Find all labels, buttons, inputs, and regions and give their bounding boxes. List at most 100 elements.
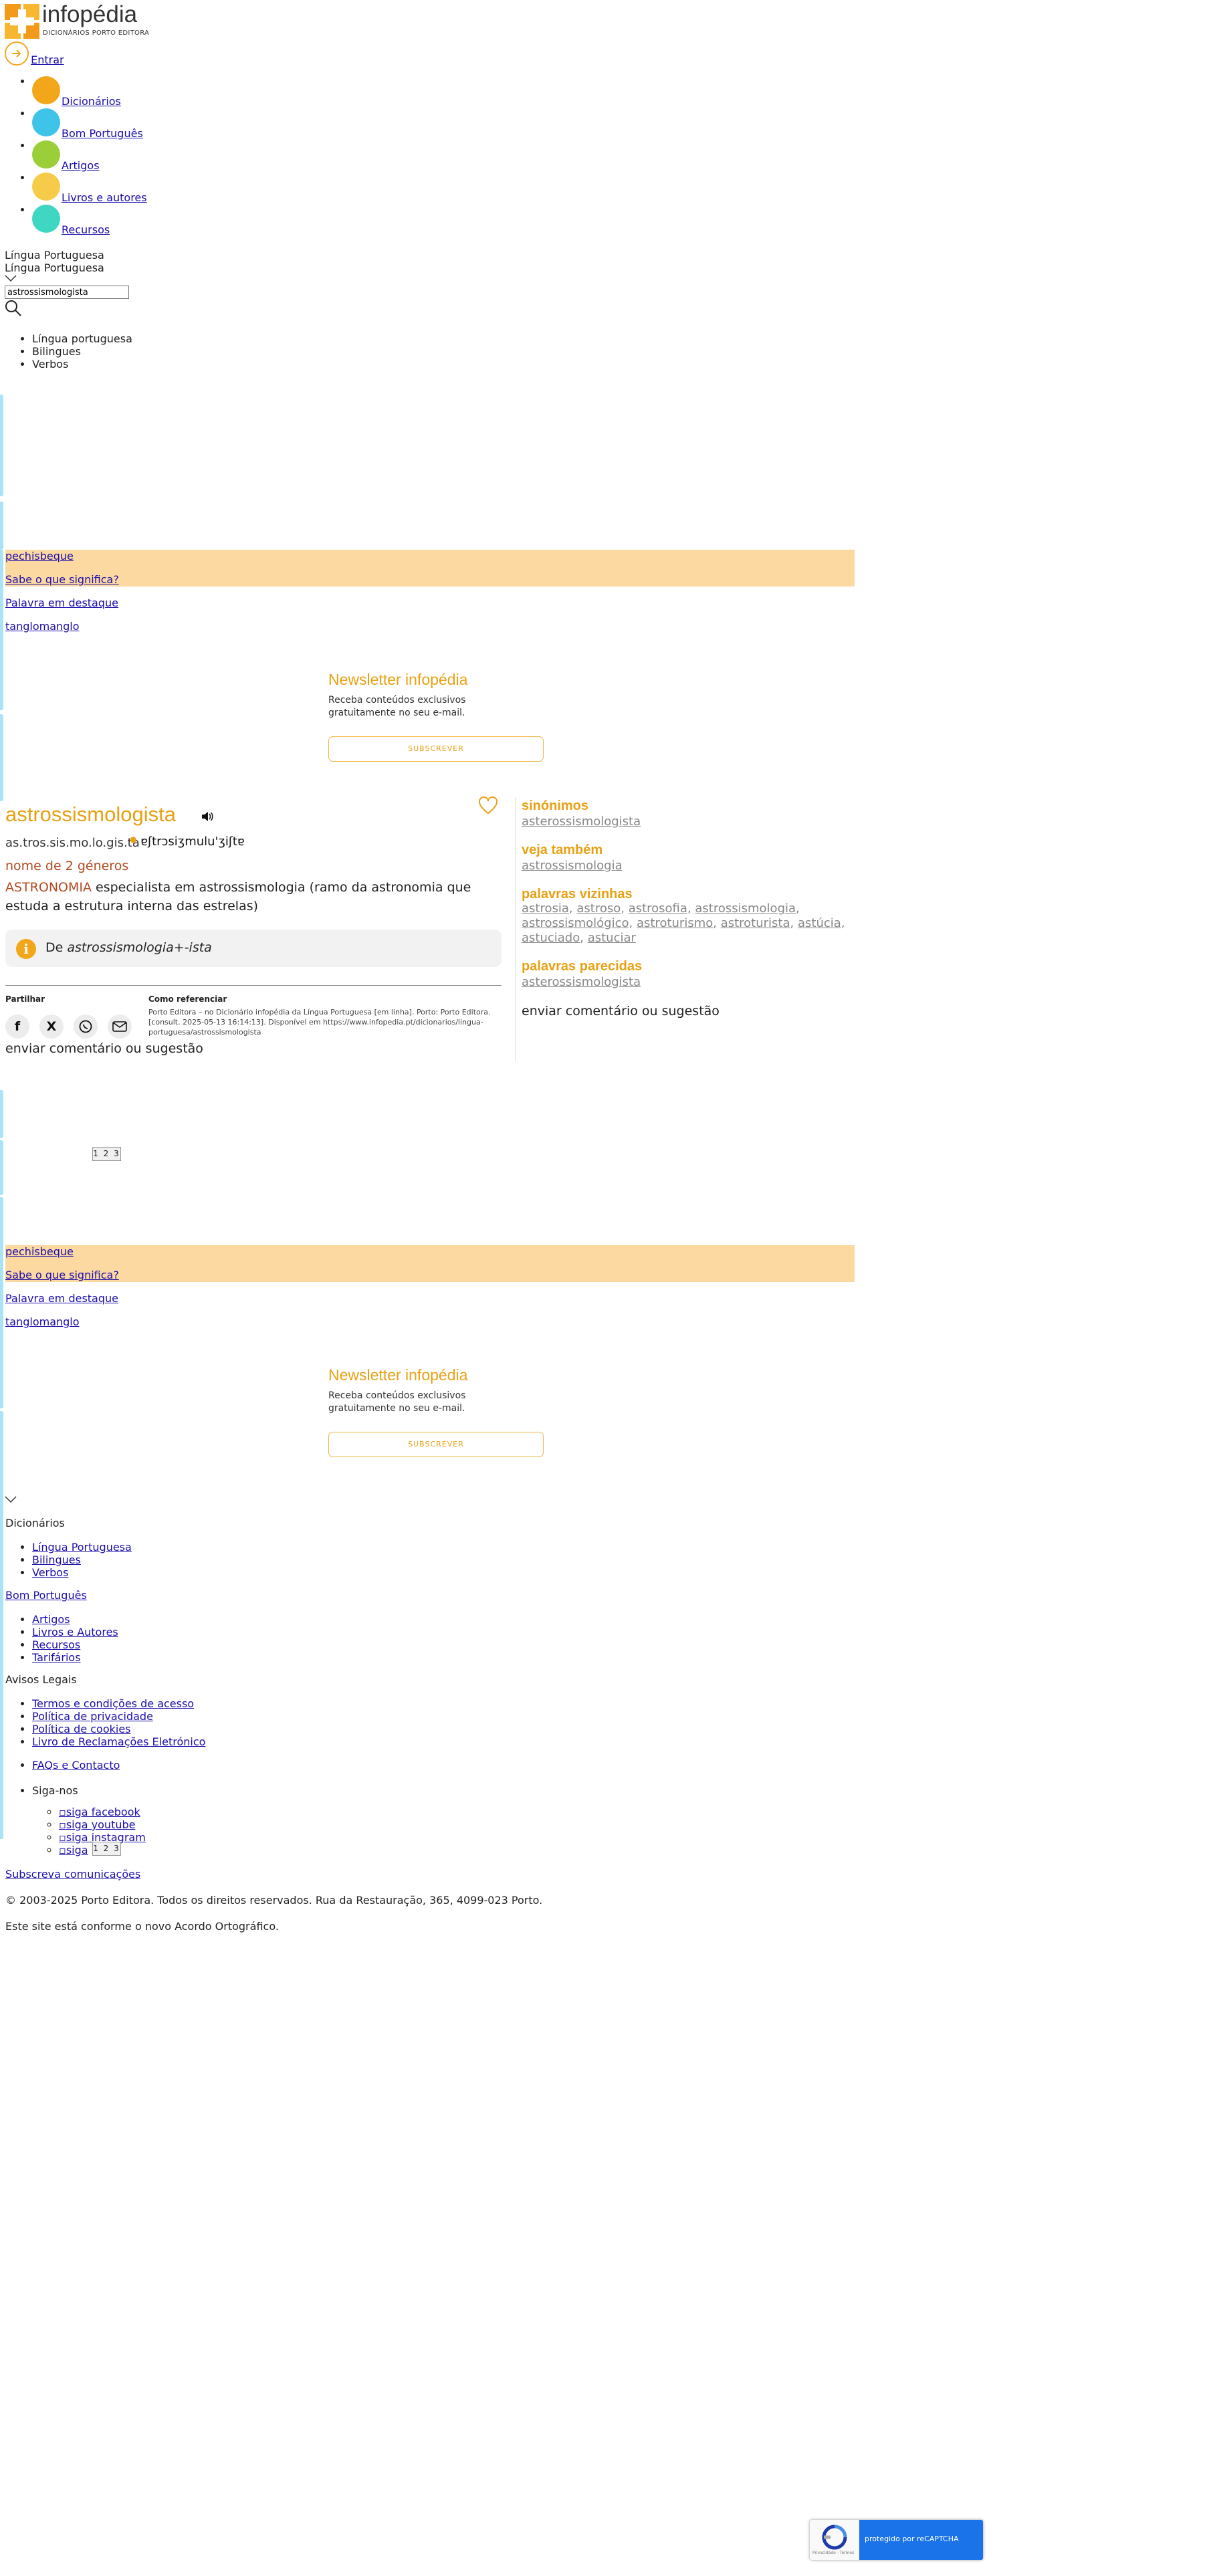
search-input[interactable] — [5, 286, 129, 299]
side-decoration — [0, 714, 3, 801]
footer-link[interactable]: Tarifários — [32, 1651, 81, 1664]
word-of-day: pechisbeque Sabe o que significa? Palavr… — [5, 1245, 855, 1332]
synonym-link[interactable]: asterossismologista — [522, 815, 876, 829]
neighbor-word[interactable]: astuciar — [588, 931, 636, 945]
side-decoration — [0, 1411, 3, 1839]
login-icon — [5, 41, 29, 66]
language-selector[interactable]: Língua Portuguesa Língua Portuguesa — [5, 249, 104, 274]
neighbors-list: astrosia, astroso, astrosofia, astrossis… — [522, 901, 845, 945]
social-link[interactable]: ▫siga — [59, 1844, 88, 1856]
see-also-word[interactable]: astrossismologia — [522, 859, 623, 873]
word-of-day-question[interactable]: Sabe o que significa? — [5, 1269, 119, 1281]
carousel-pager[interactable]: 1 2 3 — [92, 1842, 121, 1856]
carousel-pager[interactable]: 1 2 3 — [92, 1147, 121, 1161]
footer-faq-list: FAQs e Contacto — [5, 1759, 120, 1772]
etymology-prefix: De — [45, 940, 68, 955]
similar-words-title: palavras parecidas — [522, 959, 643, 974]
logo-text: infopédia — [42, 1, 138, 27]
neighbor-word[interactable]: astrosia — [522, 901, 569, 916]
facebook-link[interactable]: ▫siga facebook — [59, 1806, 140, 1818]
neighbor-word[interactable]: astrossismologia — [695, 901, 796, 916]
infopedia-logo[interactable]: infopédia DICIONÁRIOS PORTO EDITORA — [5, 1, 158, 39]
footer-link[interactable]: Política de cookies — [32, 1723, 131, 1735]
footer-link[interactable]: Artigos — [32, 1613, 70, 1626]
word-of-day-link[interactable]: pechisbeque — [5, 550, 74, 562]
footer-link[interactable]: Língua Portuguesa — [32, 1541, 132, 1553]
similar-word[interactable]: asterossismologista — [522, 975, 641, 989]
nav-item-dicionarios[interactable]: Dicionários — [32, 75, 206, 108]
recaptcha-badge[interactable]: Privacidade - Termos protegido por reCAP… — [810, 2520, 983, 2560]
login-label[interactable]: Entrar — [31, 53, 64, 66]
neighbor-word[interactable]: astúcia — [798, 916, 841, 930]
word-of-day-question[interactable]: Sabe o que significa? — [5, 573, 119, 586]
language-option[interactable]: Língua portuguesa — [32, 332, 132, 345]
feedback-link[interactable]: enviar comentário ou sugestão — [522, 1004, 720, 1018]
footer-link[interactable]: Bilingues — [32, 1553, 81, 1566]
nav-label[interactable]: Dicionários — [62, 95, 121, 108]
chevron-down-icon[interactable] — [5, 274, 17, 282]
neighbor-word[interactable]: astroturista — [721, 916, 790, 930]
word-of-day-band — [5, 1245, 855, 1282]
youtube-link[interactable]: ▫siga youtube — [59, 1818, 135, 1831]
feedback-link[interactable]: enviar comentário ou sugestão — [5, 1041, 203, 1056]
whatsapp-share-icon[interactable] — [74, 1014, 98, 1039]
footer-faq-link[interactable]: FAQs e Contacto — [32, 1759, 120, 1772]
recaptcha-small-text[interactable]: Privacidade - Termos — [812, 2551, 854, 2555]
subscribe-communications-link[interactable]: Subscreva comunicações — [5, 1868, 140, 1881]
login-link[interactable]: Entrar — [5, 41, 66, 66]
nav-item-artigos[interactable]: Artigos — [32, 139, 206, 172]
side-decoration — [0, 395, 3, 496]
language-option[interactable]: Verbos — [32, 358, 132, 370]
neighbor-word[interactable]: astroturismo — [637, 916, 713, 930]
articles-icon — [32, 140, 60, 169]
domain-label: ASTRONOMIA — [5, 880, 92, 895]
footer-dic-list: Língua Portuguesa Bilingues Verbos — [5, 1541, 132, 1579]
recaptcha-text: protegido por reCAPTCHA — [865, 2535, 959, 2543]
footer-link[interactable]: Política de privacidade — [32, 1710, 153, 1723]
word-of-day-link[interactable]: pechisbeque — [5, 1245, 74, 1258]
broken-image-icon: ▫ — [59, 1844, 66, 1856]
favorite-heart-icon[interactable] — [477, 796, 499, 815]
subscribe-button[interactable]: SUBSCREVER — [328, 1432, 544, 1457]
email-share-icon[interactable] — [108, 1014, 132, 1039]
featured-word-label[interactable]: Palavra em destaque — [5, 1292, 118, 1305]
speaker-icon[interactable] — [201, 811, 214, 823]
orthographic-agreement-note: Este site está conforme o novo Acordo Or… — [5, 1920, 279, 1933]
nav-label[interactable]: Livros e autores — [62, 191, 147, 204]
footer-link[interactable]: Recursos — [32, 1638, 80, 1651]
similar-word-link[interactable]: asterossismologista — [522, 975, 876, 990]
facebook-share-icon[interactable]: f — [5, 1014, 29, 1039]
nav-item-livros-autores[interactable]: Livros e autores — [32, 171, 206, 204]
search-icon[interactable] — [5, 300, 22, 317]
nav-label[interactable]: Bom Português — [62, 127, 143, 140]
info-icon: i — [16, 939, 36, 959]
side-decoration — [0, 502, 3, 550]
synonym-word[interactable]: asterossismologista — [522, 815, 641, 829]
featured-word-link[interactable]: tanglomanglo — [5, 1315, 80, 1328]
pronunciation-marker-icon: ● — [130, 835, 137, 844]
nav-item-bom-portugues[interactable]: Bom Português — [32, 107, 206, 140]
see-also-link[interactable]: astrossismologia — [522, 859, 876, 873]
footer: Dicionários Língua Portuguesa Bilingues … — [5, 1491, 875, 1959]
footer-link[interactable]: Livro de Reclamações Eletrónico — [32, 1735, 205, 1748]
neighbor-word[interactable]: astuciado — [522, 931, 580, 945]
nav-label[interactable]: Artigos — [62, 159, 100, 172]
language-selected[interactable]: Língua Portuguesa — [5, 261, 104, 274]
nav-label[interactable]: Recursos — [62, 223, 110, 236]
featured-word-label[interactable]: Palavra em destaque — [5, 597, 118, 609]
nav-item-recursos[interactable]: Recursos — [32, 203, 206, 236]
featured-word-link[interactable]: tanglomanglo — [5, 620, 80, 633]
neighbor-word[interactable]: astrosofia — [629, 901, 687, 916]
footer-link[interactable]: Termos e condições de acesso — [32, 1697, 194, 1710]
neighbor-word[interactable]: astroso — [576, 901, 621, 916]
footer-bom-portugues-link[interactable]: Bom Português — [5, 1589, 87, 1602]
logo-subtitle: DICIONÁRIOS PORTO EDITORA — [43, 29, 150, 37]
language-option[interactable]: Bilingues — [32, 345, 132, 358]
footer-link[interactable]: Verbos — [32, 1566, 68, 1579]
neighbor-word[interactable]: astrossismológico — [522, 916, 629, 930]
x-share-icon[interactable]: X — [39, 1014, 64, 1039]
subscribe-button[interactable]: SUBSCREVER — [328, 736, 544, 762]
facebook-alt: siga facebook — [66, 1806, 140, 1818]
footer-link[interactable]: Livros e Autores — [32, 1626, 118, 1638]
word-of-day: pechisbeque Sabe o que significa? Palavr… — [5, 550, 855, 637]
